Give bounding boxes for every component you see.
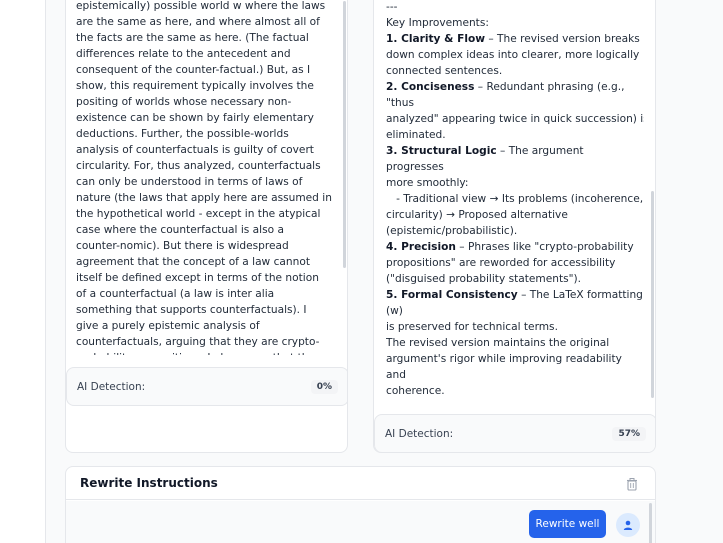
original-text-line: deductions. Further, the possible-worlds <box>76 128 289 140</box>
ai-detection-label: AI Detection: <box>77 380 146 393</box>
improvement-text-line: circularity) → Proposed alternative <box>386 209 568 221</box>
original-text-line: show, this requirement typically involve… <box>76 80 314 92</box>
original-text-line: consequent of the counter-factual.) But,… <box>76 64 311 76</box>
original-text-line: can only be understood in terms of laws … <box>76 176 303 188</box>
improvement-item: 4. Precision – Phrases like "crypto-prob… <box>386 239 644 255</box>
improvement-title: 3. Structural Logic <box>386 145 497 157</box>
improvement-title: 5. Formal Consistency <box>386 289 518 301</box>
main-area: epistemically) possible world w where th… <box>46 0 723 543</box>
original-text-line: differences relate to the antecedent and <box>76 48 291 60</box>
original-text-line: counterfactuals, arguing that they are c… <box>76 336 320 348</box>
original-text-line: are the same as here, and where almost a… <box>76 16 320 28</box>
improvement-text-line: ("disguised probability statements"). <box>386 273 582 285</box>
original-text-line: probability propositions. I also argue t… <box>76 350 332 355</box>
original-text-panel: epistemically) possible world w where th… <box>65 0 348 453</box>
improvement-text-line: more smoothly: <box>386 177 469 189</box>
original-text-line: the hypothetical world - except in the a… <box>76 208 321 220</box>
ai-detection-score: 57% <box>612 426 646 441</box>
improvement-text-line: down complex ideas into clearer, more lo… <box>386 49 640 61</box>
original-text-line: of a counterfactual (a law is inter alia <box>76 288 275 300</box>
improvement-title: 1. Clarity & Flow <box>386 33 486 45</box>
improvement-title: 2. Conciseness <box>386 81 475 93</box>
original-text-line: something that supports counterfactuals)… <box>76 304 307 316</box>
rewrite-instructions-card: Rewrite Instructions Rewrite well <box>65 466 656 543</box>
user-icon[interactable] <box>616 513 640 537</box>
trash-icon[interactable] <box>625 476 639 491</box>
left-gutter <box>0 0 46 543</box>
improvement-item: 3. Structural Logic – The argument progr… <box>386 143 644 175</box>
original-text-line: give a purely epistemic analysis of <box>76 320 260 332</box>
improvement-text-line: is preserved for technical terms. <box>386 321 558 333</box>
rewrite-instructions-header: Rewrite Instructions <box>66 467 655 500</box>
original-text-line: existence can be shown by fairly element… <box>76 112 314 124</box>
rewritten-text-content[interactable]: --- Key Improvements: 1. Clarity & Flow … <box>386 0 644 394</box>
ai-detection-score: 0% <box>310 379 338 394</box>
rewritten-ai-detection: AI Detection: 57% <box>374 414 655 452</box>
original-text-line: itself be defined except in terms of the… <box>76 272 319 284</box>
improvement-text-line: analyzed" appearing twice in quick succe… <box>386 113 644 125</box>
original-text-line: epistemically) possible world w where th… <box>76 0 326 12</box>
closing-line: coherence. <box>386 385 445 394</box>
rewrite-instructions-title: Rewrite Instructions <box>80 476 218 490</box>
closing-line: The revised version maintains the origin… <box>386 337 610 349</box>
original-text-line: circularity. For, thus analyzed, counter… <box>76 160 321 172</box>
improvement-text: – Phrases like "crypto-probability <box>455 241 634 253</box>
improvement-title: 4. Precision <box>386 241 456 253</box>
improvement-item: 5. Formal Consistency – The LaTeX format… <box>386 287 644 319</box>
original-text-line: agreement that the concept of a law cann… <box>76 256 310 268</box>
original-text-line: case where the counterfactual is also a <box>76 224 284 236</box>
rewritten-text-panel: --- Key Improvements: 1. Clarity & Flow … <box>373 0 656 453</box>
closing-paragraph: The revised version maintains the origin… <box>386 335 644 394</box>
original-text-line: analysis of counterfactuals is guilty of… <box>76 144 314 156</box>
improvement-text-line: propositions" are reworded for accessibi… <box>386 257 616 269</box>
original-text-line: counter-nomic). But there is widespread <box>76 240 289 252</box>
improvements-list: 1. Clarity & Flow – The revised version … <box>386 31 644 335</box>
improvement-text-line: connected sentences. <box>386 65 503 77</box>
improvement-item: 2. Conciseness – Redundant phrasing (e.g… <box>386 79 644 111</box>
original-text-line: the facts are the same as here. (The fac… <box>76 32 309 44</box>
rewrite-instructions-body: Rewrite well <box>66 501 655 543</box>
ai-detection-label: AI Detection: <box>385 427 454 440</box>
rewritten-text-scrollbar[interactable] <box>651 191 654 398</box>
original-text-line: positing of worlds whose necessary non- <box>76 96 292 108</box>
closing-line: argument's rigor while improving readabi… <box>386 353 622 381</box>
original-text-content[interactable]: epistemically) possible world w where th… <box>76 0 332 355</box>
separator-line: --- <box>386 1 398 13</box>
rewrite-body-scrollbar[interactable] <box>649 503 652 543</box>
improvement-text-line: (epistemic/probabilistic). <box>386 225 518 237</box>
original-ai-detection: AI Detection: 0% <box>66 367 347 406</box>
original-text-line: nature (the laws that apply here are ass… <box>76 192 332 204</box>
improvement-text-line: eliminated. <box>386 129 446 141</box>
original-text-scrollbar[interactable] <box>343 1 346 268</box>
improvement-item: 1. Clarity & Flow – The revised version … <box>386 31 644 47</box>
improvements-heading: Key Improvements: <box>386 17 489 29</box>
improvement-text: – The revised version breaks <box>485 33 640 45</box>
improvement-text-line: - Traditional view → Its problems (incoh… <box>386 193 644 205</box>
rewrite-well-button[interactable]: Rewrite well <box>529 510 606 538</box>
